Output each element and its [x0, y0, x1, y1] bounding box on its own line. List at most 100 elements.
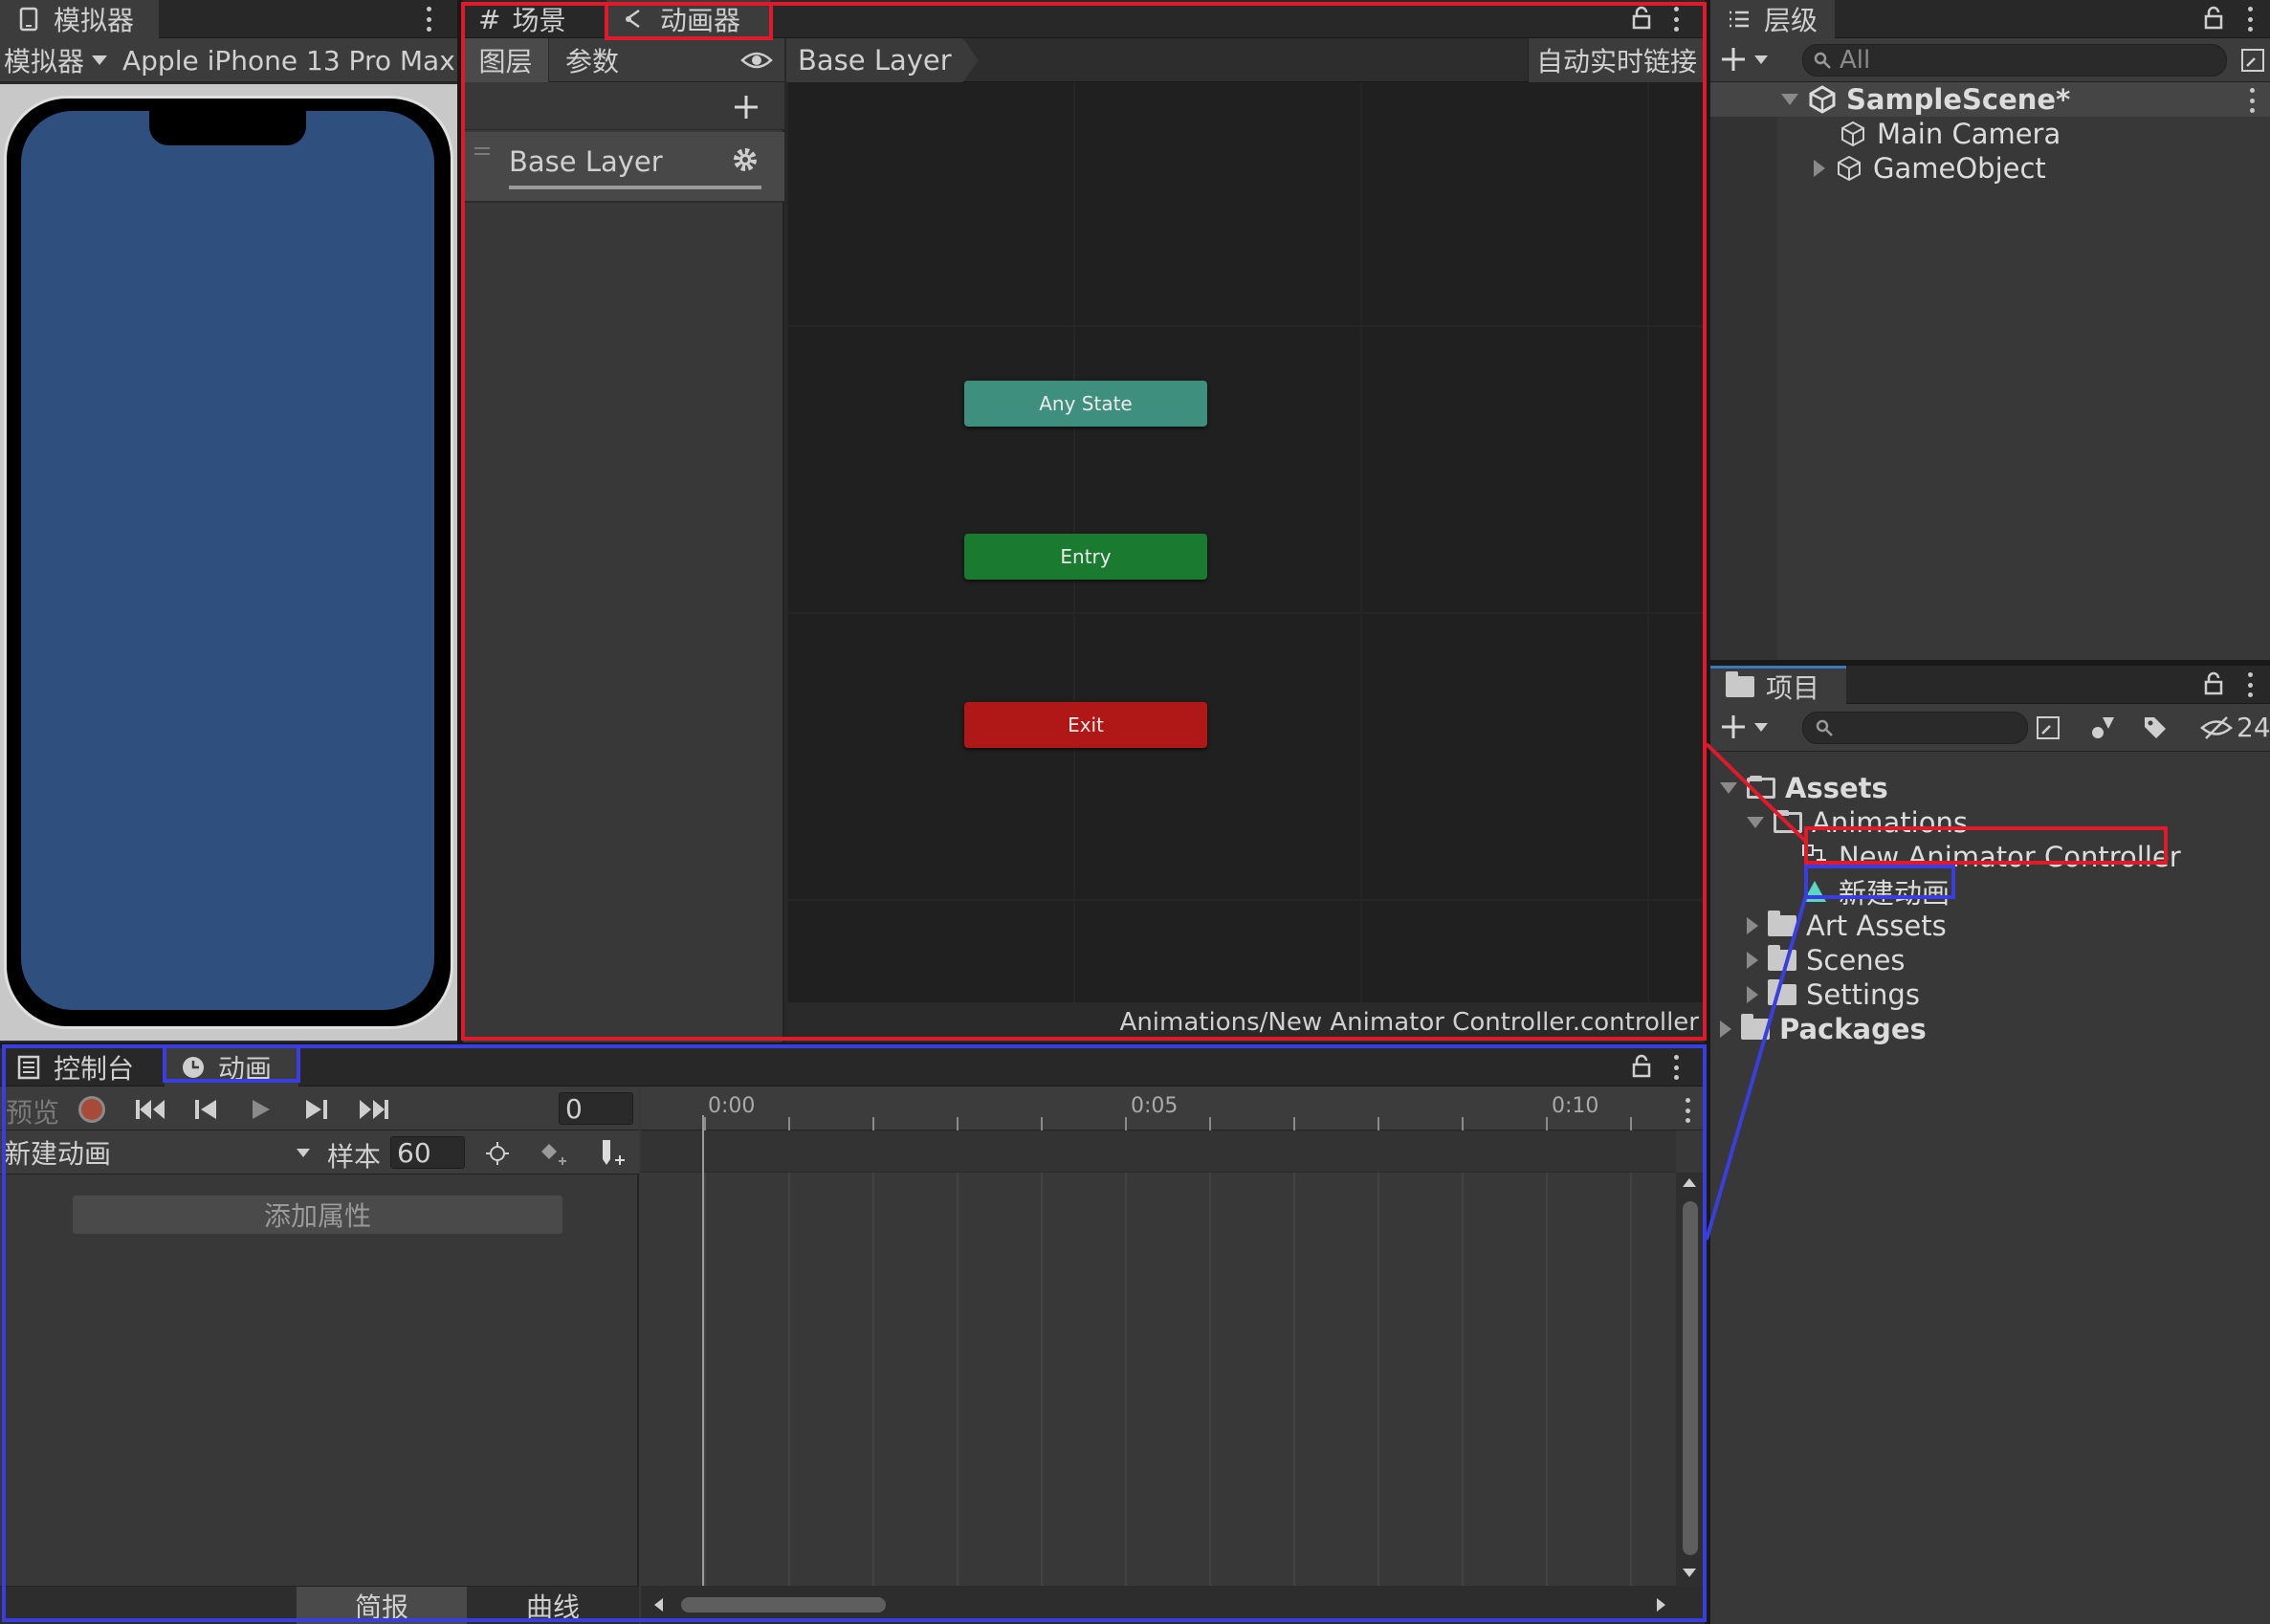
animation-menu-icon[interactable]	[1672, 1055, 1680, 1080]
scene-search-icon[interactable]	[2240, 48, 2265, 73]
layer-name: Base Layer	[509, 145, 663, 178]
tree-item-animator-controller[interactable]: New Animator Controller	[1800, 840, 2181, 874]
hierarchy-menu-icon[interactable]	[2246, 7, 2254, 32]
scroll-left-icon[interactable]	[654, 1598, 663, 1612]
simulator-mode-dropdown[interactable]: 模拟器	[4, 44, 108, 77]
hierarchy-item-main-camera[interactable]: Main Camera	[1839, 117, 2061, 151]
layers-column: 图层 参数 Base Layer	[463, 38, 784, 1042]
tab-hierarchy[interactable]: 层级	[1710, 0, 1835, 38]
record-button[interactable]	[78, 1096, 105, 1123]
add-event-icon[interactable]	[597, 1138, 629, 1169]
lock-icon[interactable]	[2202, 6, 2225, 31]
eye-icon[interactable]	[740, 49, 773, 72]
simulator-menu-icon[interactable]	[425, 7, 432, 32]
scroll-down-icon[interactable]	[1683, 1569, 1696, 1577]
timeline-events-row[interactable]	[641, 1130, 1676, 1173]
playhead[interactable]	[702, 1115, 704, 1586]
vertical-scrollbar[interactable]	[1676, 1173, 1705, 1586]
frame-input[interactable]: 0	[559, 1092, 633, 1125]
state-entry[interactable]: Entry	[964, 534, 1207, 580]
breadcrumb[interactable]: Base Layer	[786, 38, 979, 82]
expand-arrow-icon[interactable]	[1747, 986, 1758, 1003]
timeline[interactable]: 0:00 0:05 0:10	[641, 1086, 1705, 1624]
expand-arrow-icon[interactable]	[1720, 782, 1737, 794]
device-dropdown[interactable]: Apple iPhone 13 Pro Max	[122, 44, 457, 77]
tree-item-packages[interactable]: Packages	[1720, 1012, 1927, 1046]
expand-arrow-icon[interactable]	[1747, 917, 1758, 934]
scroll-up-icon[interactable]	[1683, 1178, 1696, 1187]
chevron-down-icon	[1754, 55, 1768, 64]
lock-icon[interactable]	[1630, 6, 1653, 31]
tree-item-settings[interactable]: Settings	[1747, 977, 1920, 1012]
expand-arrow-icon[interactable]	[1720, 1020, 1731, 1038]
tree-item-animation-clip[interactable]: 新建动画	[1800, 874, 1950, 910]
layer-weight-slider[interactable]	[509, 186, 761, 189]
clip-dropdown[interactable]: 新建动画	[4, 1136, 316, 1170]
vertical-scroll-thumb[interactable]	[1683, 1201, 1698, 1555]
animator-menu-icon[interactable]	[1672, 7, 1680, 32]
timeline-grid[interactable]	[641, 1173, 1676, 1586]
expand-arrow-icon[interactable]	[1814, 160, 1825, 177]
filter-by-label-icon[interactable]	[2141, 713, 2168, 740]
animator-graph[interactable]: Base Layer 自动实时链接 Any State Entry Exit A…	[786, 38, 1705, 1042]
expand-arrow-icon[interactable]	[1747, 817, 1764, 828]
tab-parameters[interactable]: 参数	[549, 38, 635, 82]
horizontal-scroll-thumb[interactable]	[681, 1597, 886, 1613]
samples-input[interactable]: 60	[390, 1136, 465, 1169]
filter-by-type-icon[interactable]	[2089, 713, 2118, 742]
tab-animator[interactable]: 动画器	[606, 0, 771, 38]
previous-keyframe-icon[interactable]	[193, 1098, 218, 1121]
tree-item-animations[interactable]: Animations	[1747, 805, 1968, 840]
expand-arrow-icon[interactable]	[1747, 952, 1758, 969]
first-keyframe-icon[interactable]	[134, 1098, 166, 1121]
next-keyframe-icon[interactable]	[304, 1098, 329, 1121]
tree-item-scenes[interactable]: Scenes	[1747, 943, 1906, 977]
scene-menu-icon[interactable]	[2248, 88, 2256, 113]
state-exit[interactable]: Exit	[964, 702, 1207, 748]
tab-layers[interactable]: 图层	[463, 38, 549, 82]
tab-project[interactable]: 项目	[1710, 666, 1846, 704]
crosshair-icon[interactable]	[484, 1140, 511, 1167]
samples-value: 60	[397, 1136, 431, 1169]
scroll-right-icon[interactable]	[1657, 1598, 1665, 1612]
iphone-screen[interactable]	[21, 111, 434, 1010]
console-icon	[17, 1055, 40, 1080]
play-icon[interactable]	[251, 1098, 272, 1121]
tab-dopesheet[interactable]: 简报	[297, 1587, 467, 1624]
hidden-packages-toggle[interactable]: 24	[2200, 712, 2270, 743]
simulator-panel: 模拟器 模拟器 Apple iPhone 13 Pro Max	[0, 0, 457, 1042]
timeline-menu-icon[interactable]	[1684, 1098, 1691, 1123]
hierarchy-search-input[interactable]: All	[1802, 44, 2227, 77]
tab-curves[interactable]: 曲线	[467, 1587, 639, 1624]
tab-simulator[interactable]: 模拟器	[0, 0, 159, 38]
drag-handle-icon[interactable]	[474, 147, 490, 155]
hidden-count: 24	[2237, 712, 2270, 743]
expand-arrow-icon[interactable]	[1781, 94, 1798, 105]
animation-clip-icon	[1803, 881, 1826, 902]
horizontal-scrollbar[interactable]	[641, 1586, 1705, 1624]
search-scope-icon[interactable]	[2036, 715, 2061, 740]
gear-icon[interactable]	[731, 145, 760, 174]
project-menu-icon[interactable]	[2246, 672, 2254, 697]
hierarchy-item-gameobject[interactable]: GameObject	[1814, 151, 2046, 186]
folder-icon	[1768, 911, 1796, 936]
tree-item-assets[interactable]: Assets	[1720, 771, 1888, 805]
hierarchy-add-button[interactable]	[1720, 46, 1768, 73]
project-search-input[interactable]	[1802, 712, 2028, 744]
tree-item-art-assets[interactable]: Art Assets	[1747, 909, 1947, 943]
add-keyframe-icon[interactable]	[538, 1140, 570, 1167]
last-keyframe-icon[interactable]	[358, 1098, 390, 1121]
preview-toggle[interactable]: 预览	[6, 1092, 59, 1130]
auto-live-link-toggle[interactable]: 自动实时链接	[1527, 38, 1705, 82]
lock-icon[interactable]	[2202, 671, 2225, 696]
project-tabbar: 项目	[1710, 666, 2270, 704]
project-add-button[interactable]	[1720, 713, 1768, 740]
layer-item-base[interactable]: Base Layer	[463, 132, 784, 203]
add-property-button[interactable]: 添加属性	[73, 1196, 562, 1234]
tab-console[interactable]: 控制台	[0, 1048, 165, 1086]
state-any-state[interactable]: Any State	[964, 381, 1207, 427]
add-layer-icon[interactable]	[733, 94, 760, 121]
tab-scene[interactable]: # 场景	[463, 0, 606, 38]
lock-icon[interactable]	[1630, 1054, 1653, 1079]
tab-animation[interactable]: 动画	[165, 1048, 298, 1086]
